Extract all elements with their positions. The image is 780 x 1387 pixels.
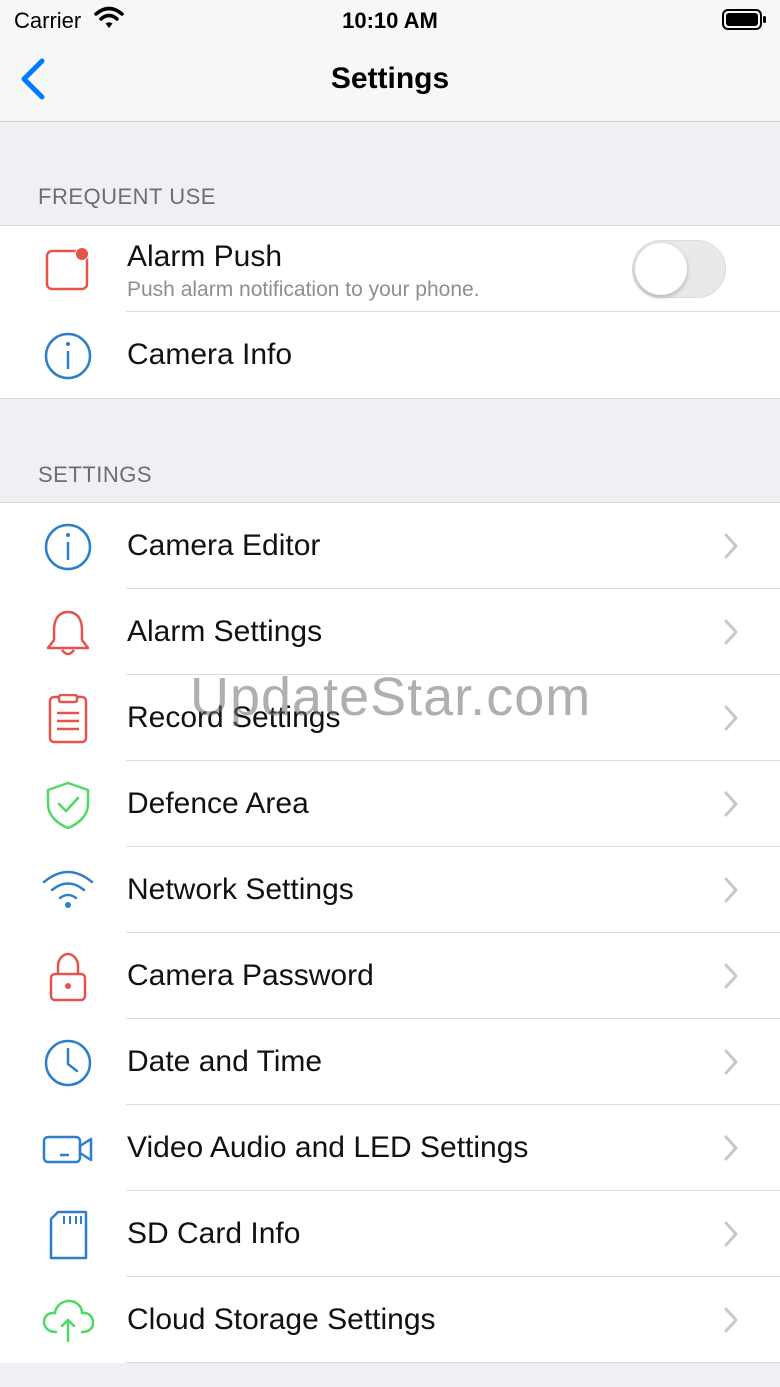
row-divider bbox=[126, 1362, 780, 1363]
battery-icon bbox=[722, 8, 768, 37]
clipboard-icon bbox=[40, 693, 96, 744]
chevron-right-icon bbox=[724, 1307, 738, 1338]
settings-item-label: Alarm Settings bbox=[127, 615, 323, 648]
settings-item-sd-card-info[interactable]: SD Card Info bbox=[0, 1191, 780, 1277]
settings-item-label: SD Card Info bbox=[127, 1217, 301, 1250]
settings-item-network-settings[interactable]: Network Settings bbox=[0, 847, 780, 933]
settings-item-cloud-storage[interactable]: Cloud Storage Settings bbox=[0, 1277, 780, 1363]
chevron-right-icon bbox=[724, 1135, 738, 1166]
settings-item-label: Video Audio and LED Settings bbox=[127, 1131, 529, 1164]
shield-check-icon bbox=[40, 780, 96, 830]
settings-item-camera-password[interactable]: Camera Password bbox=[0, 933, 780, 1019]
info-icon bbox=[40, 522, 96, 572]
info-icon bbox=[40, 331, 96, 381]
alarm-push-label: Alarm Push bbox=[127, 240, 283, 273]
settings-item-label: Camera Editor bbox=[127, 529, 321, 562]
chevron-right-icon bbox=[724, 705, 738, 736]
settings-item-label: Record Settings bbox=[127, 701, 341, 734]
wifi-icon bbox=[40, 866, 96, 916]
frequent-use-group: Alarm Push Push alarm notification to yo… bbox=[0, 225, 780, 399]
chevron-right-icon bbox=[724, 877, 738, 908]
chevron-right-icon bbox=[724, 1049, 738, 1080]
chevron-right-icon bbox=[724, 533, 738, 564]
camera-info-label: Camera Info bbox=[127, 338, 293, 371]
sd-card-icon bbox=[40, 1210, 96, 1260]
alarm-push-row: Alarm Push Push alarm notification to yo… bbox=[0, 226, 780, 312]
chevron-right-icon bbox=[724, 619, 738, 650]
toggle-knob bbox=[635, 243, 687, 295]
settings-item-record-settings[interactable]: Record Settings bbox=[0, 675, 780, 761]
settings-item-video-audio-led[interactable]: Video Audio and LED Settings bbox=[0, 1105, 780, 1191]
status-bar: Carrier 10:10 AM bbox=[0, 0, 780, 40]
alarm-push-description: Push alarm notification to your phone. bbox=[127, 278, 480, 301]
page-title: Settings bbox=[330, 62, 450, 95]
section-header-frequent-use: FREQUENT USE bbox=[38, 184, 216, 209]
cloud-upload-icon bbox=[40, 1296, 96, 1346]
settings-item-camera-editor[interactable]: Camera Editor bbox=[0, 503, 780, 589]
alarm-push-toggle[interactable] bbox=[632, 240, 726, 298]
settings-item-label: Cloud Storage Settings bbox=[127, 1303, 436, 1336]
section-header-settings: SETTINGS bbox=[38, 462, 153, 487]
navigation-bar: Settings bbox=[0, 40, 780, 122]
alarm-badge-icon bbox=[40, 245, 96, 295]
chevron-right-icon bbox=[724, 791, 738, 822]
status-time: 10:10 AM bbox=[342, 8, 438, 33]
chevron-right-icon bbox=[724, 1221, 738, 1252]
settings-item-defence-area[interactable]: Defence Area bbox=[0, 761, 780, 847]
settings-item-label: Network Settings bbox=[127, 873, 354, 906]
bell-icon bbox=[40, 608, 96, 658]
video-camera-icon bbox=[40, 1124, 96, 1174]
clock-icon bbox=[40, 1038, 96, 1088]
settings-item-label: Date and Time bbox=[127, 1045, 323, 1078]
chevron-right-icon bbox=[724, 963, 738, 994]
camera-info-row[interactable]: Camera Info bbox=[0, 312, 780, 398]
settings-item-alarm-settings[interactable]: Alarm Settings bbox=[0, 589, 780, 675]
settings-item-label: Defence Area bbox=[127, 787, 309, 820]
settings-group: Camera Editor Alarm Settings Record Sett… bbox=[0, 502, 780, 1363]
settings-item-date-and-time[interactable]: Date and Time bbox=[0, 1019, 780, 1105]
lock-icon bbox=[40, 952, 96, 1002]
settings-item-label: Camera Password bbox=[127, 959, 374, 992]
